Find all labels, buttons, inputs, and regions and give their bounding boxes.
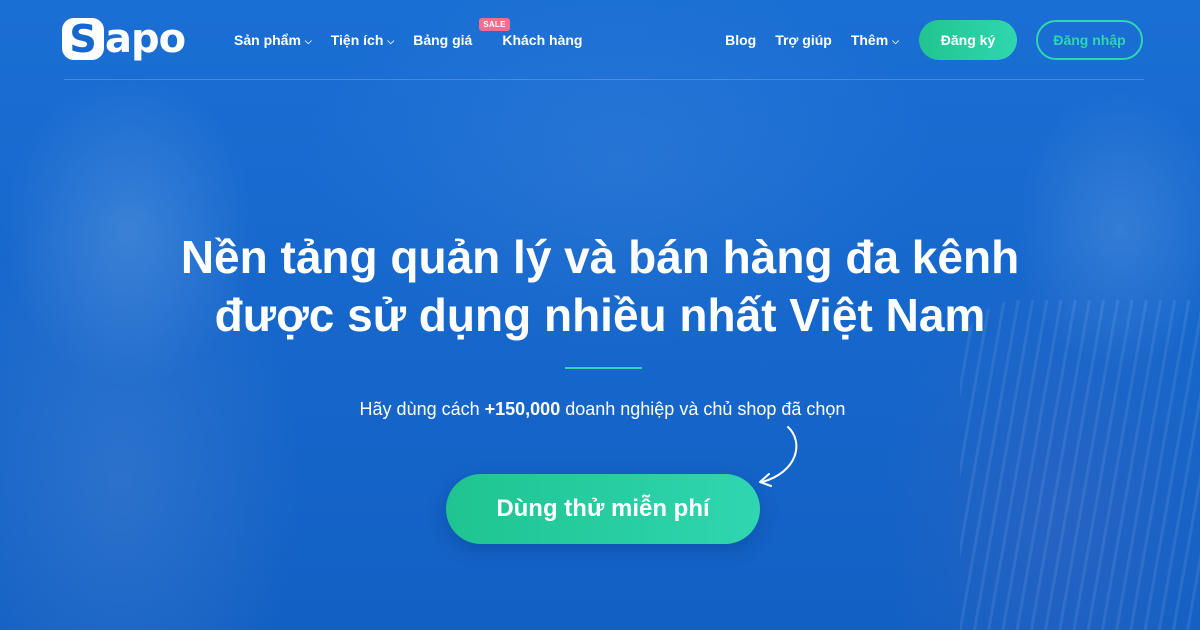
headline-divider	[565, 367, 642, 369]
customer-count: +150,000	[484, 399, 561, 419]
apron-stripes-decoration	[960, 300, 1200, 630]
nav-label: Thêm	[850, 32, 889, 48]
curved-arrow-icon	[759, 426, 798, 487]
nav-label: Sản phẩm	[234, 32, 301, 48]
headline-line-2: được sử dụng nhiều nhất Việt Nam	[214, 289, 986, 341]
sale-badge: SALE	[479, 18, 510, 31]
chevron-down-icon: ⌵	[892, 35, 899, 46]
nav-item-more[interactable]: Thêm ⌵	[851, 32, 899, 48]
chevron-down-icon: ⌵	[304, 35, 312, 46]
hero-headline: Nền tảng quản lý và bán hàng đa kênh đượ…	[0, 228, 1200, 344]
headline-line-1: Nền tảng quản lý và bán hàng đa kênh	[180, 231, 1020, 283]
main-nav: Sản phẩm ⌵ Tiện ích ⌵ Bảng giá SALE Khác…	[234, 0, 601, 80]
nav-label: Bảng giá	[413, 32, 473, 48]
nav-label: Tiện ích	[330, 32, 384, 48]
login-button[interactable]: Đăng nhập	[1036, 20, 1143, 60]
nav-label: Khách hàng	[502, 32, 583, 48]
nav-item-pricing[interactable]: Bảng giá SALE	[413, 18, 510, 48]
header-divider	[64, 79, 1144, 80]
subtext-prefix: Hãy dùng cách	[359, 399, 485, 419]
site-header: S apo Sản phẩm ⌵ Tiện ích ⌵ Bảng giá SAL…	[0, 0, 1200, 80]
secondary-nav: Blog Trợ giúp Thêm ⌵ Đăng ký Đăng nhập	[706, 0, 1143, 80]
sapo-logo[interactable]: S apo	[62, 16, 186, 62]
nav-item-products[interactable]: Sản phẩm ⌵	[234, 32, 312, 48]
hero-subtext: Hãy dùng cách +150,000 doanh nghiệp và c…	[0, 399, 1200, 420]
chevron-down-icon: ⌵	[387, 35, 395, 46]
subtext-suffix: doanh nghiệp và chủ shop đã chọn	[560, 399, 846, 419]
free-trial-button[interactable]: Dùng thử miễn phí	[446, 474, 760, 544]
nav-label: Trợ giúp	[775, 32, 832, 48]
nav-item-help[interactable]: Trợ giúp	[775, 32, 832, 48]
logo-initial: S	[62, 18, 104, 60]
nav-item-utilities[interactable]: Tiện ích ⌵	[331, 32, 394, 48]
logo-rest: apo	[105, 16, 186, 62]
nav-item-customers[interactable]: Khách hàng	[502, 32, 582, 48]
nav-label: Blog	[725, 32, 757, 48]
nav-item-blog[interactable]: Blog	[725, 32, 756, 48]
register-button[interactable]: Đăng ký	[919, 20, 1017, 60]
